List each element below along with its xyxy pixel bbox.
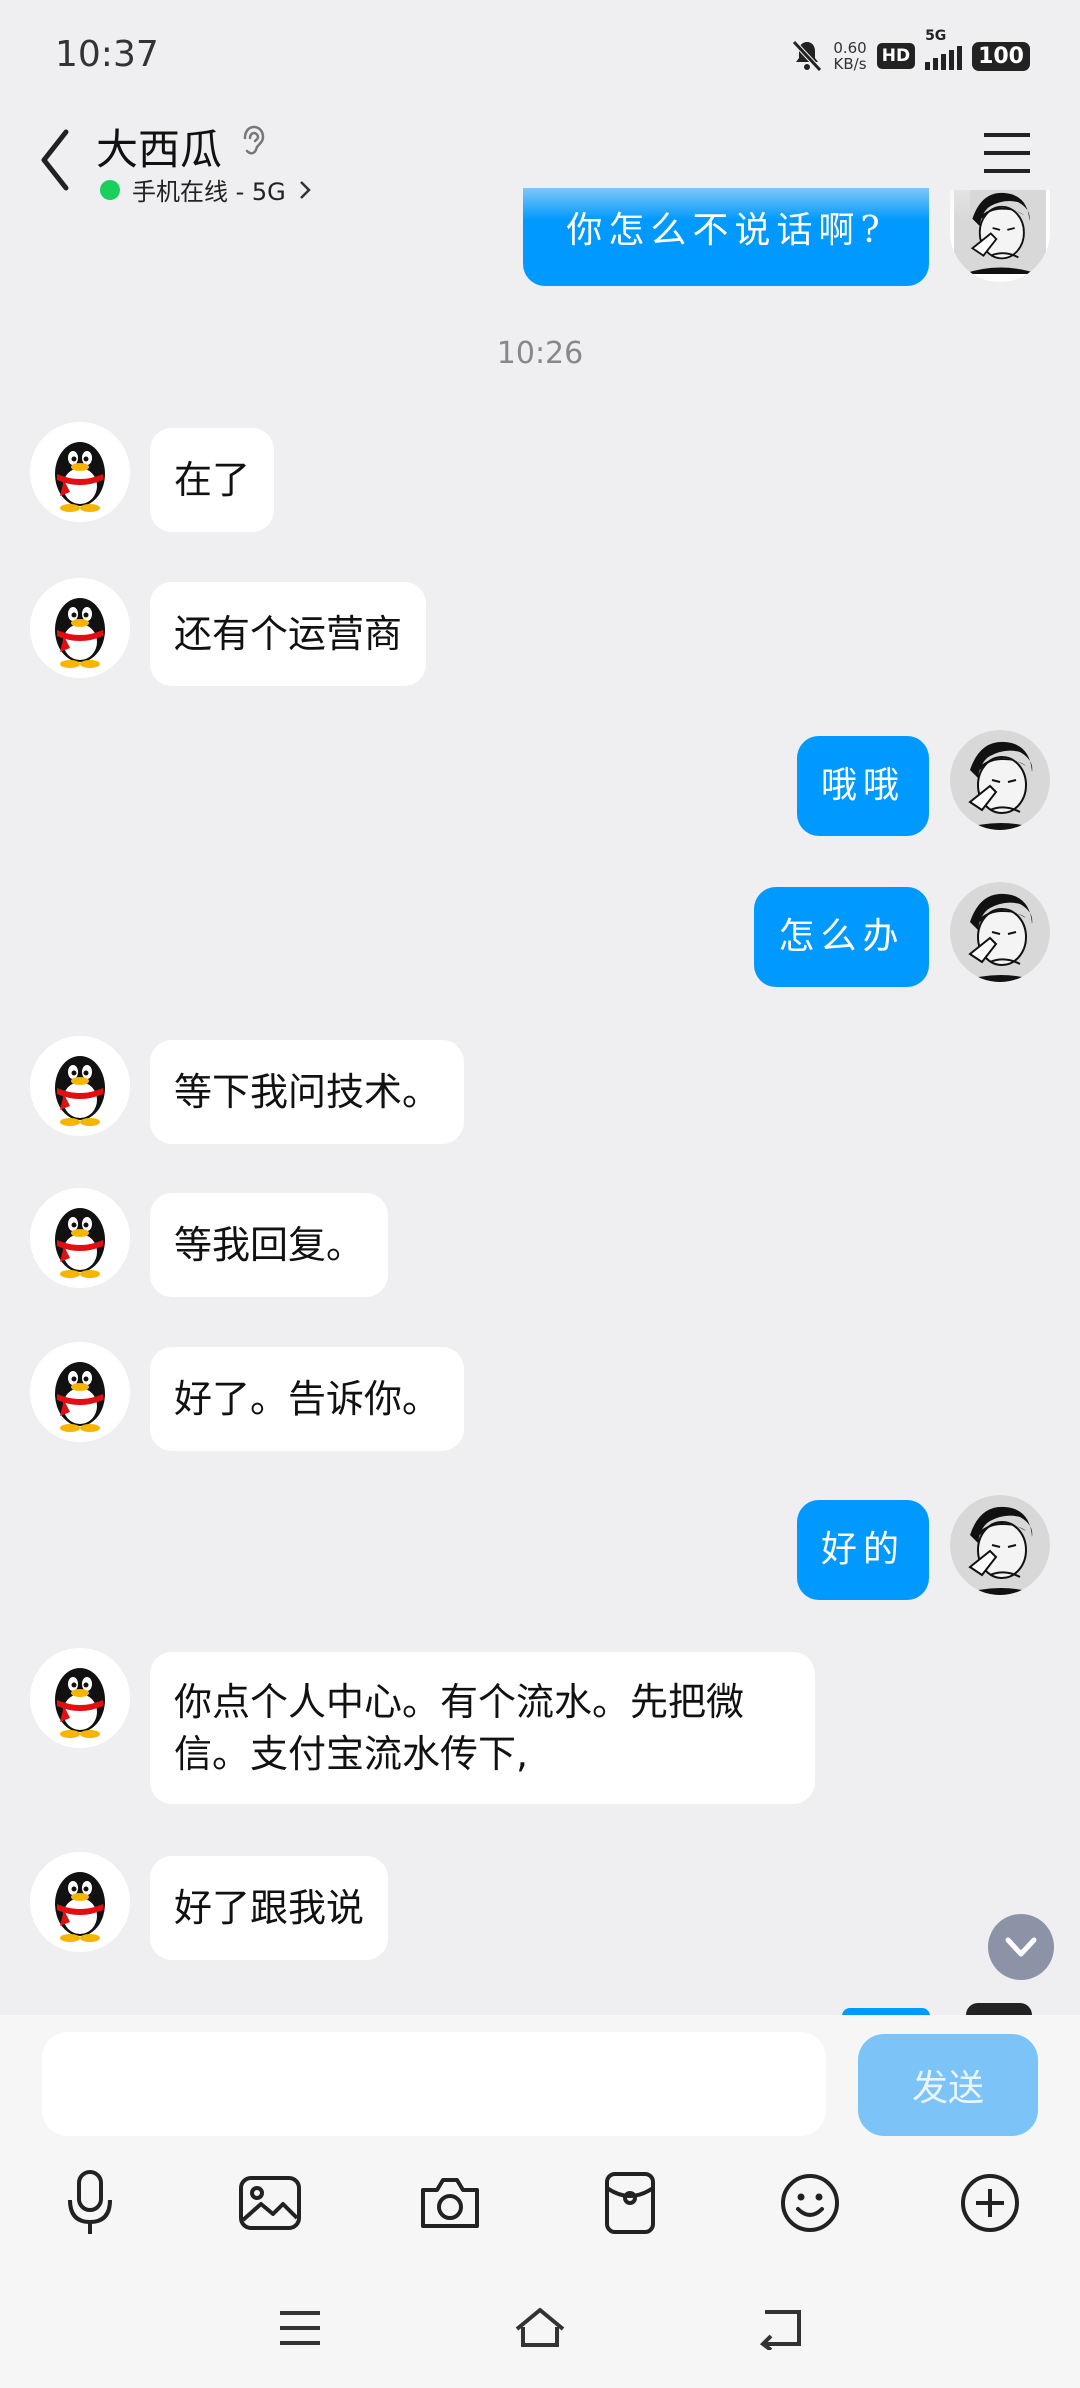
contact-avatar[interactable] <box>30 1036 130 1136</box>
microphone-icon[interactable] <box>50 2163 130 2243</box>
nav-recents-icon[interactable] <box>265 2293 335 2363</box>
net-speed-unit: KB/s <box>833 55 867 73</box>
contact-avatar[interactable] <box>30 578 130 678</box>
camera-icon[interactable] <box>410 2163 490 2243</box>
red-packet-icon[interactable] <box>590 2163 670 2243</box>
message-text: 你点个人中心。有个流水。先把微信。支付宝流水传下, <box>174 1680 745 1776</box>
net-speed-value: 0.60 <box>833 39 867 57</box>
back-arrow-icon[interactable] <box>36 120 76 200</box>
network-speed: 0.60 KB/s <box>833 40 866 72</box>
contact-name[interactable]: 大西瓜 <box>96 116 222 177</box>
composer: 发送 <box>0 2015 1080 2388</box>
message-text: 等下我问技术。 <box>174 1070 441 1114</box>
mute-bell-icon <box>792 40 823 72</box>
message-timestamp: 10:26 <box>496 336 584 371</box>
message-text: 等我回复。 <box>174 1223 365 1267</box>
partial-avatar <box>966 2003 1032 2015</box>
contact-avatar[interactable] <box>30 1188 130 1288</box>
online-dot <box>100 179 120 200</box>
message-bubble[interactable]: 怎么办 <box>754 887 929 987</box>
message-bubble[interactable]: 还有个运营商 <box>150 582 427 686</box>
plus-icon[interactable] <box>950 2163 1030 2243</box>
status-icons: 0.60 KB/s HD 5G 100 <box>791 28 1030 76</box>
contact-avatar[interactable] <box>30 422 130 522</box>
chevron-down-icon <box>1005 1937 1037 1957</box>
message-bubble[interactable]: 等我回复。 <box>150 1193 389 1297</box>
scroll-to-bottom-button[interactable] <box>988 1914 1054 1980</box>
status-time: 10:37 <box>55 34 159 75</box>
message-text: 好了跟我说 <box>174 1886 365 1930</box>
message-bubble[interactable]: 等下我问技术。 <box>150 1040 465 1144</box>
message-text: 哦哦 <box>820 765 905 806</box>
message-text: 好了。告诉你。 <box>174 1377 441 1421</box>
image-icon[interactable] <box>230 2163 310 2243</box>
nav-back-icon[interactable] <box>745 2293 815 2363</box>
status-bar: 10:37 0.60 KB/s HD 5G 100 <box>0 0 1080 110</box>
chevron-right-icon <box>299 180 311 199</box>
message-text: 在了 <box>174 458 251 502</box>
message-text: 还有个运营商 <box>174 612 403 656</box>
contact-avatar[interactable] <box>30 1852 130 1952</box>
nav-home-icon[interactable] <box>505 2293 575 2363</box>
message-bubble[interactable]: 你点个人中心。有个流水。先把微信。支付宝流水传下, <box>150 1652 815 1804</box>
emoji-icon[interactable] <box>770 2163 850 2243</box>
my-avatar[interactable] <box>950 1495 1050 1595</box>
my-avatar[interactable] <box>950 730 1050 830</box>
message-bubble[interactable]: 哦哦 <box>797 736 929 836</box>
send-button[interactable]: 发送 <box>858 2034 1038 2136</box>
presence-text: 手机在线 - 5G <box>132 178 286 206</box>
network-type: 5G <box>925 28 947 44</box>
contact-avatar[interactable] <box>30 1648 130 1748</box>
menu-icon[interactable] <box>980 130 1034 176</box>
message-bubble[interactable]: 在了 <box>150 428 275 532</box>
ear-icon[interactable] <box>238 122 268 162</box>
message-text: 怎么办 <box>778 916 905 957</box>
message-bubble[interactable]: 好了跟我说 <box>150 1856 389 1960</box>
contact-avatar[interactable] <box>30 1342 130 1442</box>
message-text: 好的 <box>820 1529 905 1570</box>
message-bubble[interactable]: 好了。告诉你。 <box>150 1347 465 1451</box>
signal-icon: 5G <box>925 28 963 70</box>
my-avatar[interactable] <box>950 882 1050 982</box>
hd-badge: HD <box>876 43 916 69</box>
presence-status[interactable]: 手机在线 - 5G <box>100 172 312 207</box>
message-bubble[interactable]: 好的 <box>797 1500 929 1600</box>
message-input[interactable] <box>42 2032 826 2136</box>
battery-icon: 100 <box>972 41 1030 71</box>
header-fade <box>470 160 970 220</box>
